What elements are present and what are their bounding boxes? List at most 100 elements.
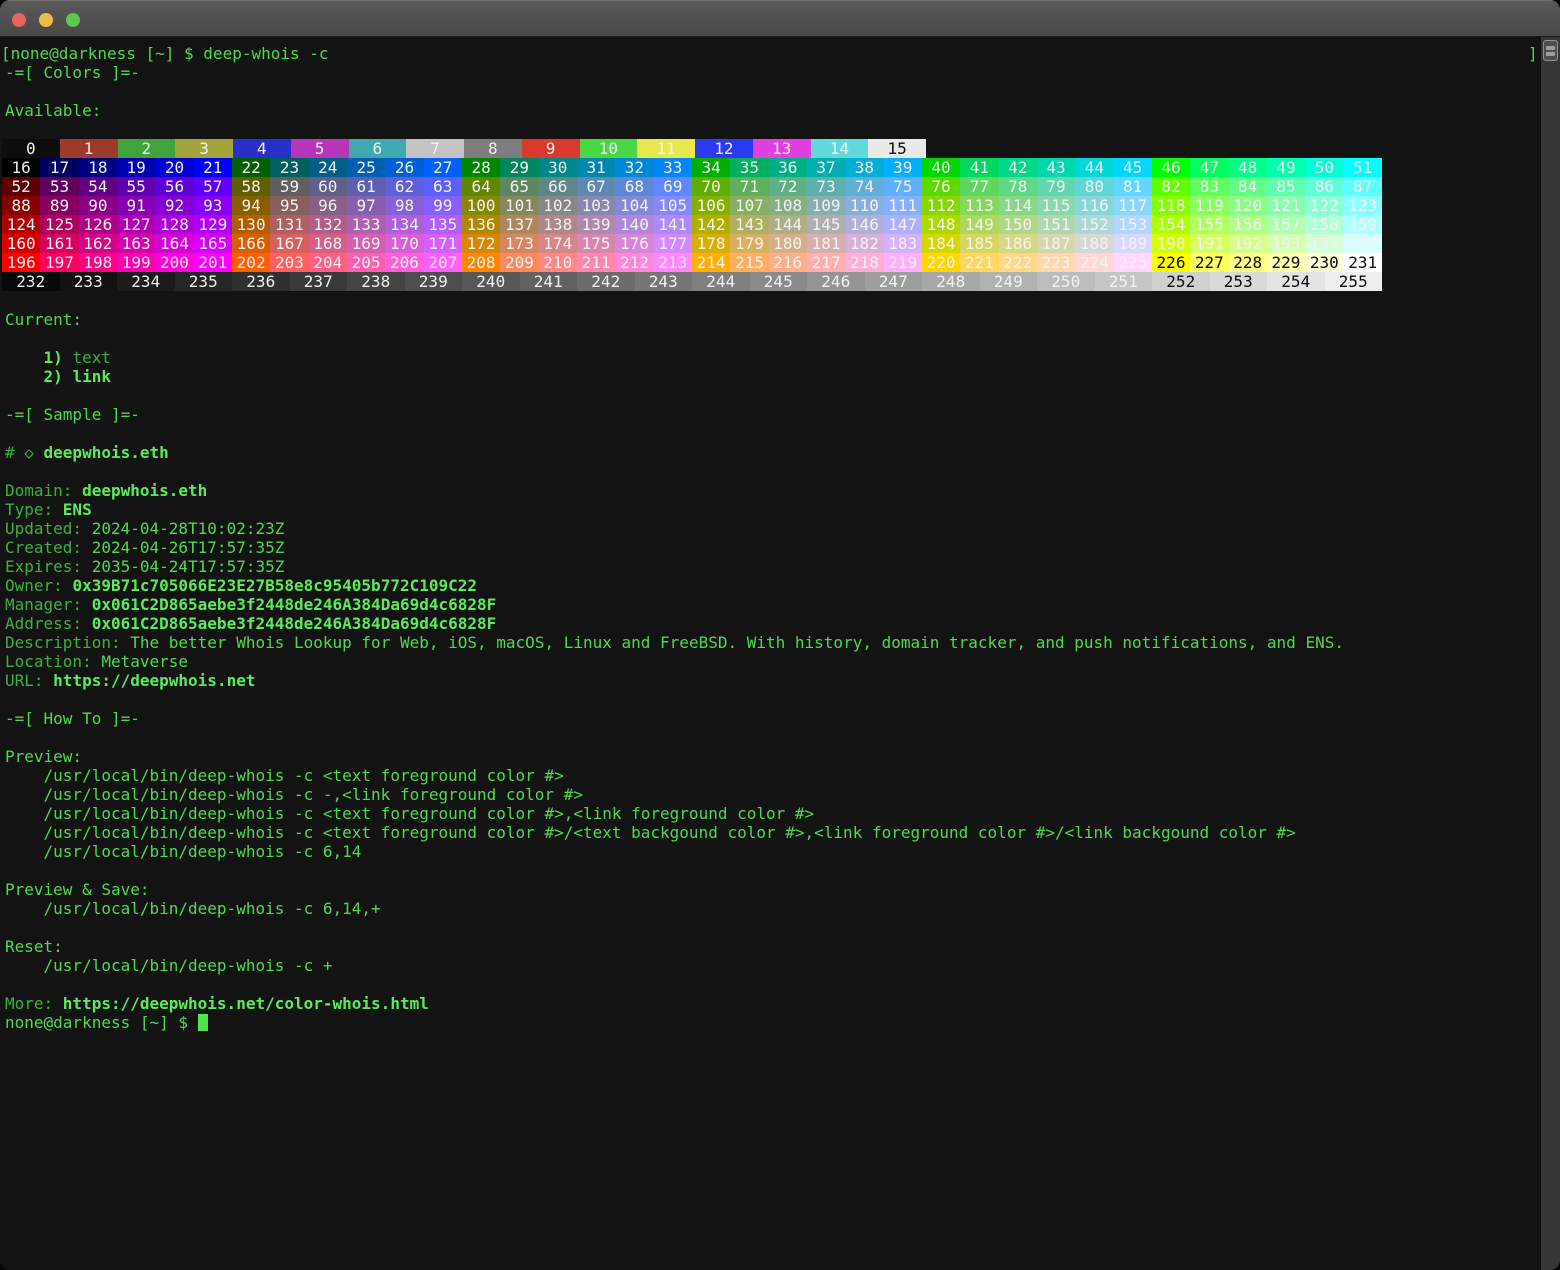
palette-cell: 68: [615, 177, 653, 196]
palette-cell: 197: [40, 253, 78, 272]
shell-prompt: none@darkness [~] $: [11, 44, 204, 63]
palette-cell: 254: [1267, 272, 1325, 291]
palette-cell: 229: [1267, 253, 1305, 272]
zoom-button[interactable]: [66, 13, 80, 27]
palette-cell: 178: [692, 234, 730, 253]
palette-cell: 126: [79, 215, 117, 234]
palette-cell: 244: [692, 272, 750, 291]
terminal-text: /usr/local/bin/deep-whois -c +: [5, 956, 333, 975]
current-link-setting: link: [72, 367, 111, 386]
terminal-line: /usr/local/bin/deep-whois -c -,<link for…: [0, 785, 1540, 804]
palette-cell: 161: [40, 234, 78, 253]
terminal-text: /usr/local/bin/deep-whois -c <text foreg…: [5, 766, 564, 785]
palette-cell: 200: [155, 253, 193, 272]
palette-cell: 91: [117, 196, 155, 215]
palette-cell: 62: [385, 177, 423, 196]
terminal-text: More:: [5, 994, 63, 1013]
scrollbar-marker-icon[interactable]: [1543, 40, 1558, 61]
palette-cell: 19: [117, 158, 155, 177]
palette-cell: 99: [424, 196, 462, 215]
palette-cell: 101: [500, 196, 538, 215]
terminal-text: ENS: [63, 500, 92, 519]
palette-cell: 51: [1343, 158, 1381, 177]
palette-row: 2322332342352362372382392402412422432442…: [0, 272, 1540, 291]
palette-cell: 174: [539, 234, 577, 253]
palette-cell: 12: [695, 139, 753, 158]
palette-cell: 228: [1229, 253, 1267, 272]
palette-cell: 116: [1075, 196, 1113, 215]
terminal-line: /usr/local/bin/deep-whois -c 6,14,+: [0, 899, 1540, 918]
terminal-line: [0, 975, 1540, 994]
palette-cell: 20: [155, 158, 193, 177]
palette-cell: 44: [1075, 158, 1113, 177]
palette-cell: 105: [654, 196, 692, 215]
palette-cell: 215: [730, 253, 768, 272]
palette-cell: 145: [807, 215, 845, 234]
terminal-line: # ◇ deepwhois.eth: [0, 443, 1540, 462]
palette-cell: 156: [1229, 215, 1267, 234]
palette-cell: 127: [117, 215, 155, 234]
close-button[interactable]: [12, 13, 26, 27]
palette-cell: 138: [539, 215, 577, 234]
terminal-text: /usr/local/bin/deep-whois -c -,<link for…: [5, 785, 583, 804]
terminal-line: none@darkness [~] $: [0, 1013, 1540, 1032]
palette-cell: 163: [117, 234, 155, 253]
palette-cell: 223: [1037, 253, 1075, 272]
palette-cell: 55: [117, 177, 155, 196]
palette-cell: 39: [884, 158, 922, 177]
terminal-line: [0, 918, 1540, 937]
palette-cell: 181: [807, 234, 845, 253]
terminal-line: /usr/local/bin/deep-whois -c <text foreg…: [0, 766, 1540, 785]
palette-cell: 42: [999, 158, 1037, 177]
palette-cell: 34: [692, 158, 730, 177]
palette-cell: 45: [1114, 158, 1152, 177]
palette-cell: 239: [405, 272, 463, 291]
terminal-line: [0, 728, 1540, 747]
palette-cell: 89: [40, 196, 78, 215]
terminal-line: Reset:: [0, 937, 1540, 956]
palette-cell: 245: [750, 272, 808, 291]
palette-cell: 69: [654, 177, 692, 196]
palette-cell: 213: [654, 253, 692, 272]
palette-cell: 25: [347, 158, 385, 177]
palette-cell: 14: [811, 139, 869, 158]
palette-cell: 82: [1152, 177, 1190, 196]
terminal-line: Location: Metaverse: [0, 652, 1540, 671]
palette-cell: 121: [1267, 196, 1305, 215]
scrollbar-track[interactable]: [1540, 37, 1560, 1270]
palette-cell: 237: [290, 272, 348, 291]
palette-cell: 104: [615, 196, 653, 215]
palette-cell: 98: [385, 196, 423, 215]
terminal-text: 2035-04-24T17:57:35Z: [92, 557, 285, 576]
palette-cell: 128: [155, 215, 193, 234]
palette-cell: 233: [60, 272, 118, 291]
section-header: -=[ Sample ]=-: [5, 405, 140, 424]
terminal-line: Current:: [0, 310, 1540, 329]
terminal-line: -=[ Colors ]=-: [0, 63, 1540, 82]
palette-cell: 22: [232, 158, 270, 177]
url-link[interactable]: https://deepwhois.net/color-whois.html: [63, 994, 429, 1013]
palette-cell: 227: [1190, 253, 1228, 272]
palette-cell: 71: [730, 177, 768, 196]
palette-cell: 58: [232, 177, 270, 196]
palette-cell: 207: [424, 253, 462, 272]
terminal-text: 2024-04-28T10:02:23Z: [92, 519, 285, 538]
terminal-text: Description:: [5, 633, 130, 652]
url-link[interactable]: https://deepwhois.net: [53, 671, 255, 690]
palette-cell: 187: [1037, 234, 1075, 253]
palette-cell: 93: [194, 196, 232, 215]
palette-cell: 159: [1343, 215, 1381, 234]
palette-cell: 172: [462, 234, 500, 253]
palette-cell: 217: [807, 253, 845, 272]
window-titlebar[interactable]: [0, 0, 1560, 37]
palette-cell: 208: [462, 253, 500, 272]
palette-cell: 84: [1229, 177, 1267, 196]
palette-row: 5253545556575859606162636465666768697071…: [0, 177, 1540, 196]
shell-prompt: none@darkness [~] $: [5, 1013, 198, 1032]
minimize-button[interactable]: [39, 13, 53, 27]
palette-cell: 88: [2, 196, 40, 215]
palette-cell: 65: [500, 177, 538, 196]
palette-cell: 191: [1190, 234, 1228, 253]
palette-cell: 246: [807, 272, 865, 291]
palette-cell: 8: [464, 139, 522, 158]
